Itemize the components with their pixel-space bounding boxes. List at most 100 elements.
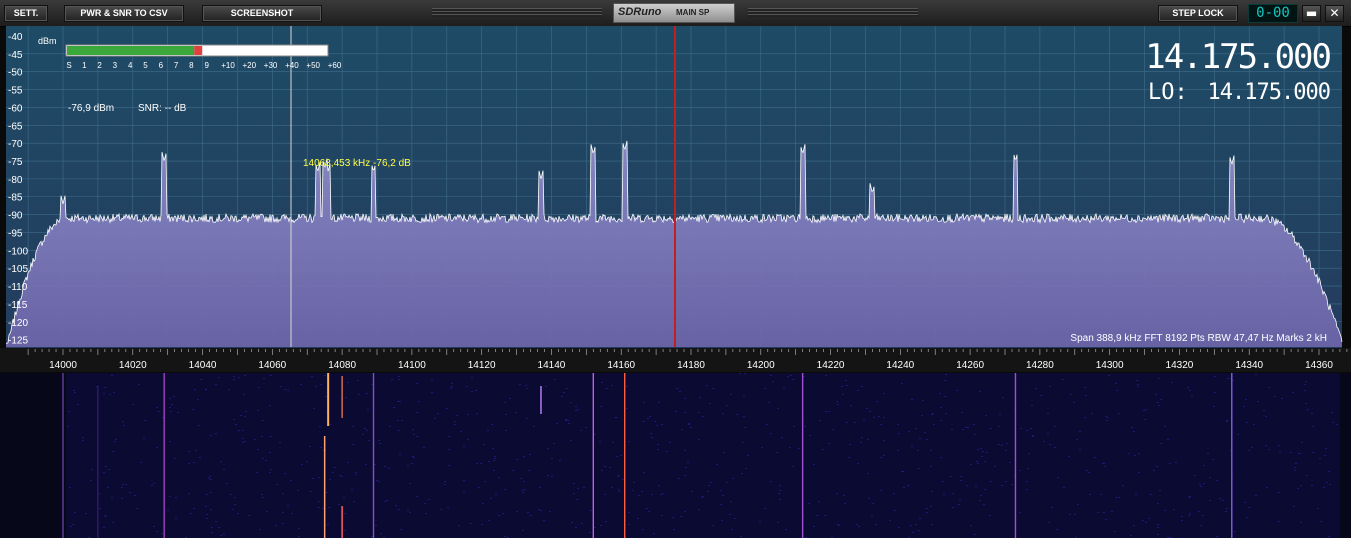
spectrum-display[interactable]: -40 -45 -50 -55 -60 -65 -70 -75 -80 -85 -90 -95 -100…: [0, 26, 1351, 538]
waterfall-noise: [1026, 481, 1028, 482]
waterfall-noise: [926, 512, 928, 513]
waterfall-noise: [448, 449, 450, 450]
close-button[interactable]: ✕: [1325, 5, 1344, 22]
waterfall-noise: [850, 405, 852, 406]
waterfall-noise: [1130, 535, 1132, 536]
waterfall-noise: [366, 393, 368, 394]
waterfall-noise: [72, 524, 74, 525]
s-meter-scale-label: 1: [82, 61, 87, 70]
waterfall-noise: [606, 388, 608, 389]
waterfall-noise: [1164, 426, 1166, 427]
waterfall-noise: [649, 416, 651, 417]
waterfall-noise: [768, 402, 770, 403]
waterfall-noise: [1278, 521, 1280, 522]
screenshot-button[interactable]: SCREENSHOT: [202, 5, 322, 22]
waterfall-noise: [243, 394, 245, 395]
snr-readout: SNR: -- dB: [138, 103, 187, 114]
waterfall-noise: [1068, 456, 1070, 457]
waterfall-noise: [568, 423, 570, 424]
waterfall-noise: [611, 385, 613, 386]
waterfall-noise: [930, 506, 932, 507]
waterfall-noise: [943, 494, 945, 495]
waterfall-noise: [192, 409, 194, 410]
waterfall-noise: [779, 490, 781, 491]
waterfall-noise: [1157, 524, 1159, 525]
x-tick-label: 14140: [538, 360, 566, 371]
waterfall-noise: [681, 429, 683, 430]
waterfall-noise: [1225, 511, 1227, 512]
waterfall-noise: [563, 392, 565, 393]
waterfall-noise: [1329, 484, 1331, 485]
waterfall-noise: [922, 400, 924, 401]
waterfall-noise: [611, 487, 613, 488]
waterfall-noise: [716, 464, 718, 465]
waterfall-noise: [263, 378, 265, 379]
waterfall-noise: [495, 494, 497, 495]
waterfall-noise: [320, 384, 322, 385]
waterfall-noise: [233, 376, 235, 377]
waterfall-noise: [628, 441, 630, 442]
waterfall-noise: [1153, 470, 1155, 471]
waterfall-noise: [99, 508, 101, 509]
pwr-snr-csv-button[interactable]: PWR & SNR TO CSV: [64, 5, 184, 22]
waterfall-noise: [679, 391, 681, 392]
waterfall-noise: [1028, 453, 1030, 454]
waterfall-noise: [690, 427, 692, 428]
waterfall-noise: [849, 444, 851, 445]
waterfall-noise: [540, 510, 542, 511]
waterfall-noise: [290, 480, 292, 481]
waterfall-noise: [699, 397, 701, 398]
right-grip[interactable]: [748, 8, 918, 17]
waterfall-noise: [343, 497, 345, 498]
waterfall-noise: [170, 411, 172, 412]
waterfall-noise: [391, 379, 393, 380]
waterfall-noise: [1300, 485, 1302, 486]
waterfall-noise: [111, 497, 113, 498]
waterfall-noise: [1290, 452, 1292, 453]
waterfall-noise: [306, 461, 308, 462]
waterfall-noise: [104, 387, 106, 388]
settings-button[interactable]: SETT.: [4, 5, 48, 22]
frequency-display[interactable]: 14.175.000: [1145, 37, 1332, 77]
waterfall-noise: [871, 515, 873, 516]
waterfall-noise: [282, 493, 284, 494]
y-tick-label: -65: [8, 121, 23, 132]
waterfall-noise: [959, 499, 961, 500]
waterfall-noise: [312, 478, 314, 479]
waterfall-noise: [210, 492, 212, 493]
waterfall-noise: [338, 504, 340, 505]
waterfall-noise: [685, 467, 687, 468]
waterfall-noise: [1056, 529, 1058, 530]
step-lock-button[interactable]: STEP LOCK: [1158, 5, 1238, 22]
waterfall-noise: [156, 531, 158, 532]
waterfall-noise: [744, 427, 746, 428]
x-tick-label: 14280: [1026, 360, 1054, 371]
waterfall-noise: [1298, 453, 1300, 454]
waterfall-noise: [1138, 453, 1140, 454]
waterfall-noise: [702, 416, 704, 417]
waterfall-noise: [1020, 428, 1022, 429]
waterfall-noise: [585, 427, 587, 428]
waterfall-noise: [140, 462, 142, 463]
waterfall-noise: [926, 439, 928, 440]
waterfall-noise: [832, 429, 834, 430]
waterfall-noise: [1320, 521, 1322, 522]
waterfall-noise: [364, 428, 366, 429]
lo-frequency-display[interactable]: 14.175.000: [1208, 80, 1331, 105]
waterfall-noise: [270, 469, 272, 470]
waterfall-noise: [1216, 536, 1218, 537]
minimize-button[interactable]: ▬: [1302, 5, 1321, 22]
waterfall-noise: [205, 506, 207, 507]
waterfall-noise: [1202, 515, 1204, 516]
waterfall-noise: [932, 413, 934, 414]
waterfall-noise: [262, 497, 264, 498]
waterfall-noise: [766, 424, 768, 425]
y-tick-label: -55: [8, 86, 23, 97]
waterfall-noise: [1133, 525, 1135, 526]
waterfall-noise: [121, 487, 123, 488]
waterfall-noise: [600, 525, 602, 526]
waterfall-noise: [1226, 420, 1228, 421]
waterfall-noise: [841, 386, 843, 387]
waterfall-noise: [617, 476, 619, 477]
waterfall-noise: [113, 392, 115, 393]
